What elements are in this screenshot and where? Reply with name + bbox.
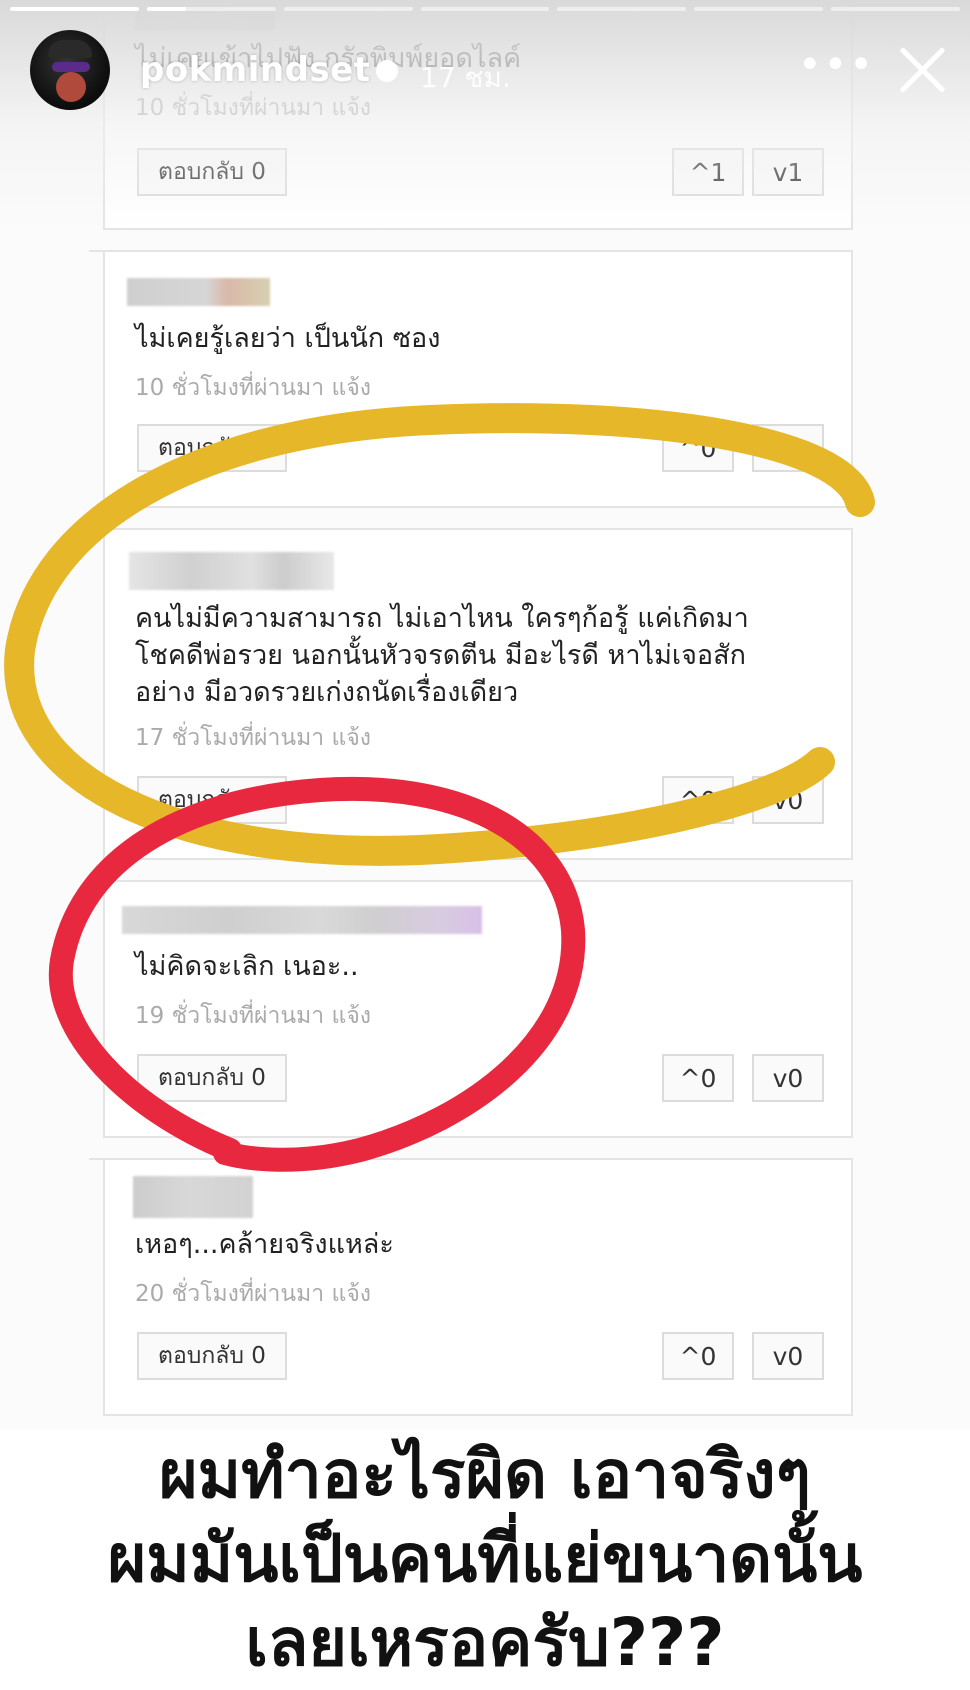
progress-segment	[694, 7, 824, 11]
comment-time: 20 ชั่วโมงที่ผ่านมา แจ้ง	[135, 1281, 372, 1307]
story-caption: ผมทำอะไรผิด เอาจริงๆ ผมมันเป็นคนที่แย่ขน…	[0, 1433, 970, 1685]
blurred-username	[129, 552, 334, 590]
comment-card: ไม่เคยเข้าไปฟัง กรัวพิมพ์ยอดไลค์ 10 ชั่ว…	[103, 0, 853, 230]
comment-line: คนไม่มีความสามารถ ไม่เอาไหน ใครๆก้อรู้ แ…	[135, 603, 749, 634]
card-tail	[89, 1158, 103, 1176]
blurred-username	[133, 1176, 253, 1218]
comment-time: 19 ชั่วโมงที่ผ่านมา แจ้ง	[135, 1003, 372, 1029]
reply-button[interactable]: ตอบกลับ 0	[137, 148, 287, 196]
downvote-button[interactable]: v0	[752, 1054, 824, 1102]
comment-time: 10 ชั่วโมงที่ผ่านมา แจ้ง	[135, 95, 372, 121]
comment-text: เหอๆ...คล้ายจริงแหล่ะ	[135, 1229, 394, 1260]
downvote-button[interactable]: v0	[752, 1332, 824, 1380]
comment-text: คนไม่มีความสามารถ ไม่เอาไหน ใครๆก้อรู้ แ…	[135, 600, 749, 711]
story-progress-bar	[10, 7, 961, 11]
downvote-button[interactable]: v1	[752, 148, 824, 196]
progress-segment	[283, 7, 413, 11]
story-viewer: ไม่เคยเข้าไปฟัง กรัวพิมพ์ยอดไลค์ 10 ชั่ว…	[0, 0, 970, 1690]
upvote-button[interactable]: ^0	[662, 1332, 734, 1380]
avatar[interactable]	[30, 30, 110, 110]
upvote-button[interactable]: ^0	[662, 424, 734, 472]
caption-line: ผมทำอะไรผิด เอาจริงๆ	[158, 1436, 812, 1513]
blurred-username	[122, 906, 482, 934]
comment-line: โชคดีพ่อรวย นอกนั้นหัวจรดตีน มีอะไรดี หา…	[135, 640, 746, 671]
card-tail	[89, 250, 103, 268]
comment-time: 17 ชั่วโมงที่ผ่านมา แจ้ง	[135, 725, 372, 751]
upvote-button[interactable]: ^0	[662, 776, 734, 824]
story-username[interactable]: pokmindset	[140, 50, 370, 90]
verified-badge-icon	[376, 60, 398, 82]
upvote-button[interactable]: ^1	[672, 148, 744, 196]
comment-time: 10 ชั่วโมงที่ผ่านมา แจ้ง	[135, 375, 372, 401]
caption-line: ผมมันเป็นคนที่แย่ขนาดนั้น	[107, 1520, 863, 1597]
comment-card: ไม่คิดจะเลิก เนอะ.. 19 ชั่วโมงที่ผ่านมา …	[89, 880, 853, 1138]
progress-segment	[420, 7, 550, 11]
reply-button[interactable]: ตอบกลับ 0	[137, 776, 287, 824]
card-tail	[89, 528, 103, 546]
progress-segment	[10, 7, 139, 11]
comment-card: คนไม่มีความสามารถ ไม่เอาไหน ใครๆก้อรู้ แ…	[89, 528, 853, 860]
comment-text: ไม่คิดจะเลิก เนอะ..	[135, 951, 359, 982]
card-tail	[89, 880, 103, 898]
downvote-button[interactable]: v0	[752, 776, 824, 824]
comment-text: ไม่เคยรู้เลยว่า เป็นนัก ซอง	[135, 323, 441, 354]
reply-button[interactable]: ตอบกลับ 0	[137, 1332, 287, 1380]
comment-card: ไม่เคยรู้เลยว่า เป็นนัก ซอง 10 ชั่วโมงที…	[89, 250, 853, 508]
more-options-icon[interactable]: •••	[798, 42, 875, 88]
reply-button[interactable]: ตอบกลับ 0	[137, 1054, 287, 1102]
progress-segment	[146, 7, 276, 11]
story-timestamp: 17 ชม.	[420, 61, 511, 94]
progress-segment	[831, 7, 961, 11]
blurred-username	[127, 278, 270, 306]
caption-line: เลยเหรอครับ???	[245, 1604, 725, 1681]
comment-line: อย่าง มีอวดรวยเก่งถนัดเรื่องเดียว	[135, 677, 519, 708]
progress-segment	[557, 7, 687, 11]
upvote-button[interactable]: ^0	[662, 1054, 734, 1102]
close-icon[interactable]	[896, 44, 948, 96]
reply-button[interactable]: ตอบกลับ 0	[137, 424, 287, 472]
downvote-button[interactable]: v0	[752, 424, 824, 472]
comment-card: เหอๆ...คล้ายจริงแหล่ะ 20 ชั่วโมงที่ผ่านม…	[89, 1158, 853, 1416]
